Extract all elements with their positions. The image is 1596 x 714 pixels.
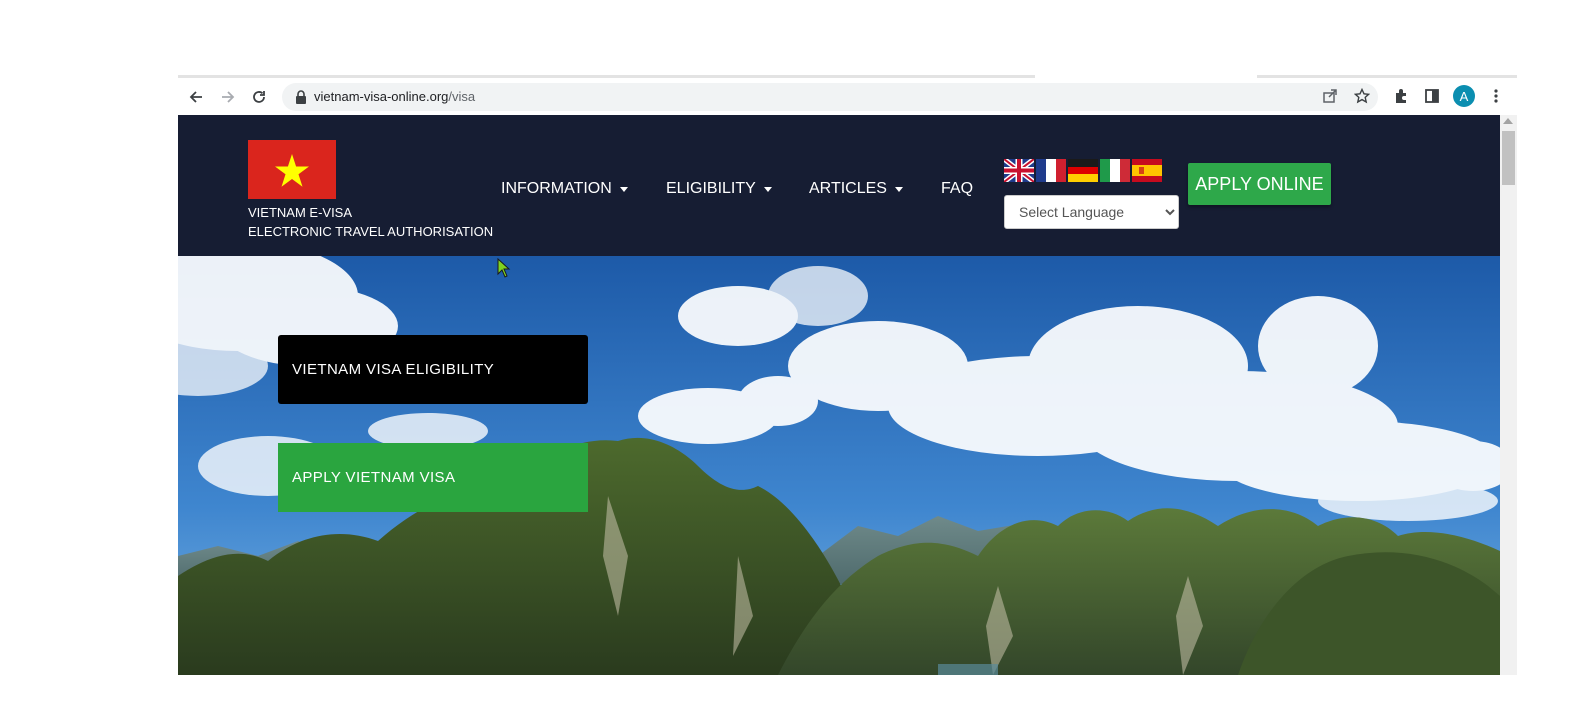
nav-information[interactable]: INFORMATION <box>501 179 628 199</box>
avatar[interactable]: A <box>1453 85 1475 107</box>
germany-flag-icon[interactable] <box>1068 159 1098 182</box>
language-select[interactable]: Select Language <box>1004 195 1179 229</box>
url-path: /visa <box>448 89 476 104</box>
brand-title: VIETNAM E-VISA <box>248 205 353 220</box>
apply-visa-button[interactable]: APPLY VIETNAM VISA <box>278 443 588 512</box>
share-icon[interactable] <box>1319 85 1341 107</box>
url-domain: vietnam-visa-online.org <box>314 89 449 104</box>
page-scrollbar[interactable] <box>1500 115 1517 675</box>
extensions-icon[interactable] <box>1390 85 1412 107</box>
nav-faq-label: FAQ <box>941 180 974 197</box>
scrollbar-thumb[interactable] <box>1502 131 1515 185</box>
caret-down-icon <box>619 186 628 192</box>
france-flag-icon[interactable] <box>1036 159 1066 182</box>
mouse-cursor-icon <box>497 258 511 278</box>
nav-information-label: INFORMATION <box>501 180 612 197</box>
site-header: VIETNAM E-VISA ELECTRONIC TRAVEL AUTHORI… <box>178 115 1500 256</box>
caret-down-icon <box>763 186 772 192</box>
star-icon <box>275 153 309 187</box>
language-flags <box>1004 159 1162 182</box>
caret-down-icon <box>894 186 903 192</box>
italy-flag-icon[interactable] <box>1100 159 1130 182</box>
nav-articles-label: ARTICLES <box>809 180 887 197</box>
nav-articles[interactable]: ARTICLES <box>809 179 903 199</box>
url-text[interactable]: vietnam-visa-online.org/visa <box>314 89 475 105</box>
forward-arrow-icon[interactable] <box>217 86 239 108</box>
spain-flag-icon[interactable] <box>1132 159 1162 182</box>
hero-banner: VIETNAM VISA ELIGIBILITY APPLY VIETNAM V… <box>178 256 1500 675</box>
brand-subtitle: ELECTRONIC TRAVEL AUTHORISATION <box>248 224 494 239</box>
scroll-up-arrow-icon[interactable] <box>1503 118 1513 124</box>
reload-icon[interactable] <box>248 86 270 108</box>
vietnam-flag-logo[interactable] <box>248 140 336 199</box>
nav-eligibility-label: ELIGIBILITY <box>666 180 756 197</box>
nav-eligibility[interactable]: ELIGIBILITY <box>666 179 772 199</box>
lock-icon[interactable] <box>294 89 308 105</box>
menu-dots-icon[interactable] <box>1485 85 1507 107</box>
apply-online-button[interactable]: APPLY ONLINE <box>1188 163 1331 205</box>
star-icon[interactable] <box>1351 85 1373 107</box>
page-viewport: VIETNAM E-VISA ELECTRONIC TRAVEL AUTHORI… <box>178 115 1500 675</box>
uk-flag-icon[interactable] <box>1004 159 1034 182</box>
side-panel-icon[interactable] <box>1421 85 1443 107</box>
avatar-initial: A <box>1459 88 1469 104</box>
back-arrow-icon[interactable] <box>185 86 207 108</box>
visa-eligibility-button[interactable]: VIETNAM VISA ELIGIBILITY <box>278 335 588 404</box>
nav-faq[interactable]: FAQ <box>941 179 973 199</box>
